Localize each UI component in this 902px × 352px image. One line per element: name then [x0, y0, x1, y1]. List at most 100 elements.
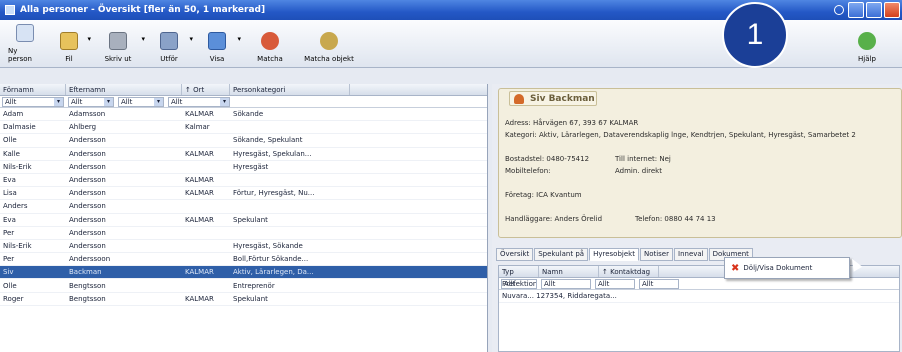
tools-button[interactable]: Utför ▾ — [152, 23, 193, 65]
table-cell: Andersson — [69, 162, 106, 171]
table-cell: Adam — [3, 110, 24, 119]
match-object-icon — [320, 32, 338, 50]
person-info-panel: Siv Backman Adress: Hårvägen 67, 393 67 … — [498, 88, 902, 238]
table-cell: Andersson — [69, 241, 106, 250]
table-cell: Eva — [3, 215, 16, 224]
table-cell: KALMAR — [185, 176, 214, 185]
phone-text: Bostadstel: 0480-75412 — [505, 155, 590, 163]
match-button[interactable]: Matcha — [250, 23, 290, 65]
context-menu: ✖ Dölj/Visa Dokument — [724, 257, 850, 279]
table-cell: Aktiv, Lärarlegen, Da... — [233, 268, 314, 277]
table-cell: KALMAR — [185, 215, 214, 224]
minimize-button[interactable] — [848, 2, 864, 18]
table-cell: Kalmar — [185, 123, 210, 132]
tools-icon — [160, 32, 178, 50]
table-cell: KALMAR — [185, 268, 214, 277]
table-cell: Hyresgäst — [233, 162, 269, 171]
table-cell: Olle — [3, 136, 17, 145]
table-row[interactable]: Anders Andersson — [0, 200, 487, 214]
table-cell: Ahlberg — [69, 123, 97, 132]
grid-filter-row: Allt ▾ Allt ▾ Allt ▾ Allt ▾ — [0, 96, 487, 108]
table-cell: KALMAR — [185, 294, 214, 303]
doc-filter-extra[interactable]: Allt — [639, 279, 679, 289]
doc-column-type[interactable]: Typ Prefektion — [499, 266, 539, 288]
filter-city[interactable]: Allt ▾ — [118, 97, 164, 107]
column-header-category[interactable]: Personkategori — [230, 84, 350, 95]
column-header-city[interactable]: ↑ Ort — [182, 84, 230, 95]
context-menu-item-toggle-documents[interactable]: Dölj/Visa Dokument — [743, 264, 812, 272]
table-cell: Förtur, Hyresgäst, Nu... — [233, 189, 315, 198]
new-person-button[interactable]: Ny person — [8, 23, 42, 65]
maximize-button[interactable] — [866, 2, 882, 18]
tab-overview[interactable]: Översikt — [496, 248, 534, 261]
table-row[interactable]: Per Anderssoon Boll,Förtur Sökande... — [0, 253, 487, 267]
print-button[interactable]: Skriv ut ▾ — [98, 23, 145, 65]
chevron-down-icon: ▾ — [189, 35, 193, 43]
categories-text: Kategori: Aktiv, Lärarlegen, Dataverends… — [505, 131, 856, 139]
file-menu-button[interactable]: Fil ▾ — [54, 23, 91, 65]
app-icon — [5, 5, 15, 15]
view-button[interactable]: Visa ▾ — [200, 23, 241, 65]
internet-text: Till internet: Nej — [615, 155, 671, 163]
tab-prospect[interactable]: Spekulant på — [534, 248, 589, 261]
tab-inneval[interactable]: Inneval — [674, 248, 708, 261]
help-button[interactable]: Hjälp — [852, 23, 882, 65]
table-row[interactable]: Olle Bengtsson Entreprenör — [0, 279, 487, 293]
filter-lastname[interactable]: Allt ▾ — [68, 97, 114, 107]
table-row[interactable]: Kalle Andersson KALMAR Hyresgäst, Spekulan.… — [0, 148, 487, 161]
tab-rental-objects[interactable]: Hyresobjekt — [589, 248, 639, 261]
table-row[interactable]: Nils-Erik Andersson Hyresgäst, Sökande — [0, 240, 487, 254]
table-cell: Siv — [3, 268, 14, 277]
doc-column-name[interactable]: Namn — [539, 266, 599, 277]
step-number-badge: 1 — [722, 2, 788, 68]
table-cell: Per — [3, 255, 15, 264]
table-cell: Hyresgäst, Sökande — [233, 241, 303, 250]
table-row[interactable]: Roger Bengtsson KALMAR Spekulant — [0, 293, 487, 306]
table-cell: Andersson — [69, 202, 106, 211]
chevron-down-icon[interactable]: ▾ — [104, 98, 113, 106]
app-window: Alla personer - Översikt [fler än 50, 1 … — [0, 0, 902, 352]
table-cell: Spekulant — [233, 294, 268, 303]
chevron-down-icon[interactable]: ▾ — [220, 98, 229, 106]
table-row[interactable]: Per Andersson — [0, 227, 487, 240]
close-button[interactable] — [884, 2, 900, 18]
address-text: Adress: Hårvägen 67, 393 67 KALMAR — [505, 119, 639, 127]
table-cell: Lisa — [3, 189, 17, 198]
doc-row[interactable]: Nuvara... 127354, Riddaregata... — [499, 290, 899, 304]
filter-firstname[interactable]: Allt ▾ — [2, 97, 64, 107]
table-row[interactable]: Adam Adamsson KALMAR Sökande — [0, 108, 487, 122]
table-row[interactable]: Olle Andersson Sökande, Spekulant — [0, 134, 487, 148]
column-header-lastname[interactable]: Efternamn — [66, 84, 182, 95]
table-row[interactable]: Siv Backman KALMAR Aktiv, Lärarlegen, Da... — [0, 266, 487, 280]
people-grid: Förnamn Efternamn ↑ Ort Personkategori A… — [0, 84, 488, 352]
filter-category[interactable]: Allt ▾ — [168, 97, 230, 107]
company-text: Företag: ICA Kvantum — [505, 191, 582, 199]
doc-column-contact[interactable]: ↑ Kontaktdag — [599, 266, 659, 277]
chevron-down-icon: ▾ — [141, 35, 145, 43]
tab-notices[interactable]: Notiser — [639, 248, 673, 261]
table-cell: Boll,Förtur Sökande... — [233, 255, 309, 264]
table-row[interactable]: Eva Andersson KALMAR Spekulant — [0, 214, 487, 227]
table-row[interactable]: Eva Andersson KALMAR — [0, 174, 487, 188]
doc-filter-contact[interactable]: Allt — [595, 279, 635, 289]
table-cell: Entreprenör — [233, 281, 275, 290]
table-row[interactable]: Nils-Erik Andersson Hyresgäst — [0, 161, 487, 174]
doc-filter-row: Allt Allt Allt Allt — [499, 278, 899, 290]
match-object-button[interactable]: Matcha objekt — [298, 23, 360, 65]
column-header-firstname[interactable]: Förnamn — [0, 84, 66, 95]
doc-filter-name[interactable]: Allt — [541, 279, 591, 289]
chevron-down-icon[interactable]: ▾ — [54, 98, 63, 106]
doc-filter-type[interactable]: Allt — [501, 279, 537, 289]
table-cell: Sökande, Spekulant — [233, 136, 303, 145]
handler-text: Handläggare: Anders Örelid — [505, 215, 603, 223]
view-icon — [208, 32, 226, 50]
chevron-down-icon[interactable]: ▾ — [154, 98, 163, 106]
table-row[interactable]: Dalmasie Ahlberg Kalmar — [0, 121, 487, 135]
table-cell: Andersson — [69, 228, 106, 237]
help-button-icon[interactable] — [834, 5, 844, 15]
table-row[interactable]: Lisa Andersson KALMAR Förtur, Hyresgäst, Nu… — [0, 187, 487, 201]
table-cell: Backman — [69, 268, 102, 277]
new-person-icon — [16, 24, 34, 42]
person-icon — [514, 94, 524, 104]
person-detail-pane: Siv Backman Adress: Hårvägen 67, 393 67 … — [492, 84, 902, 352]
